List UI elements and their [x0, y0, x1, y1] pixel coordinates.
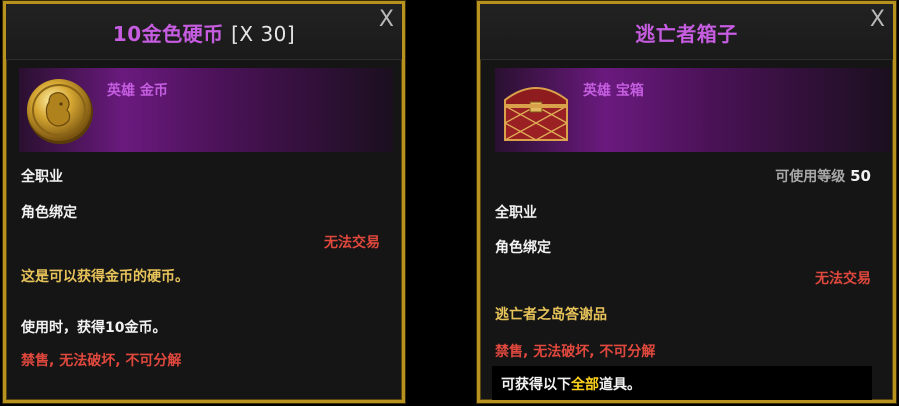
item-name: 10金色硬币 — [112, 22, 224, 46]
close-icon[interactable]: X — [870, 7, 885, 33]
tooltip-header: 10金色硬币 [X 30] X — [6, 4, 402, 60]
contents-text-a: 可获得以下 — [501, 377, 571, 393]
required-level: 可使用等级 50 — [775, 166, 871, 186]
trade-status: 无法交易 — [324, 235, 380, 251]
trade-status: 无法交易 — [815, 271, 871, 287]
item-rarity: 英雄 金币 — [107, 83, 168, 99]
item-banner: 英雄 金币 — [19, 68, 393, 152]
treasure-chest-icon — [504, 87, 568, 141]
item-banner: 英雄 宝箱 — [495, 68, 890, 152]
item-tooltip-coin: 10金色硬币 [X 30] X 英雄 金币 全职业 角色绑定 无法交易 这是可以… — [3, 1, 405, 403]
job-restriction: 全职业 — [21, 169, 63, 185]
item-rarity: 英雄 宝箱 — [583, 83, 644, 99]
bind-status: 角色绑定 — [495, 240, 551, 256]
contents-box: 可获得以下全部道具。 — [492, 366, 872, 400]
item-description: 逃亡者之岛答谢品 — [495, 307, 607, 323]
item-quantity: [X 30] — [231, 22, 296, 46]
item-title: 逃亡者箱子 — [635, 22, 738, 46]
job-restriction: 全职业 — [495, 205, 537, 221]
close-icon[interactable]: X — [379, 7, 394, 33]
required-level-value: 50 — [850, 167, 871, 185]
item-restrictions: 禁售, 无法破坏, 不可分解 — [495, 344, 656, 360]
required-level-label: 可使用等级 — [775, 169, 846, 185]
item-tooltip-chest: 逃亡者箱子 X 英雄 宝箱 可使用等级 50 全职业 角色绑定 无法交易 逃亡者… — [477, 1, 896, 403]
tooltip-stage: 10金色硬币 [X 30] X 英雄 金币 全职业 角色绑定 无法交易 这是可以… — [0, 0, 899, 406]
item-use-effect: 使用时，获得10金币。 — [21, 320, 167, 336]
contents-text-c: 道具。 — [599, 377, 641, 393]
item-restrictions: 禁售, 无法破坏, 不可分解 — [21, 353, 182, 369]
contents-text: 可获得以下全部道具。 — [501, 374, 641, 394]
item-title: 10金色硬币 [X 30] — [6, 18, 402, 47]
contents-text-highlight: 全部 — [571, 377, 599, 393]
item-description: 这是可以获得金币的硬币。 — [21, 269, 189, 285]
bind-status: 角色绑定 — [21, 205, 77, 221]
tooltip-header: 逃亡者箱子 X — [480, 4, 893, 60]
gold-coin-icon — [27, 79, 93, 144]
